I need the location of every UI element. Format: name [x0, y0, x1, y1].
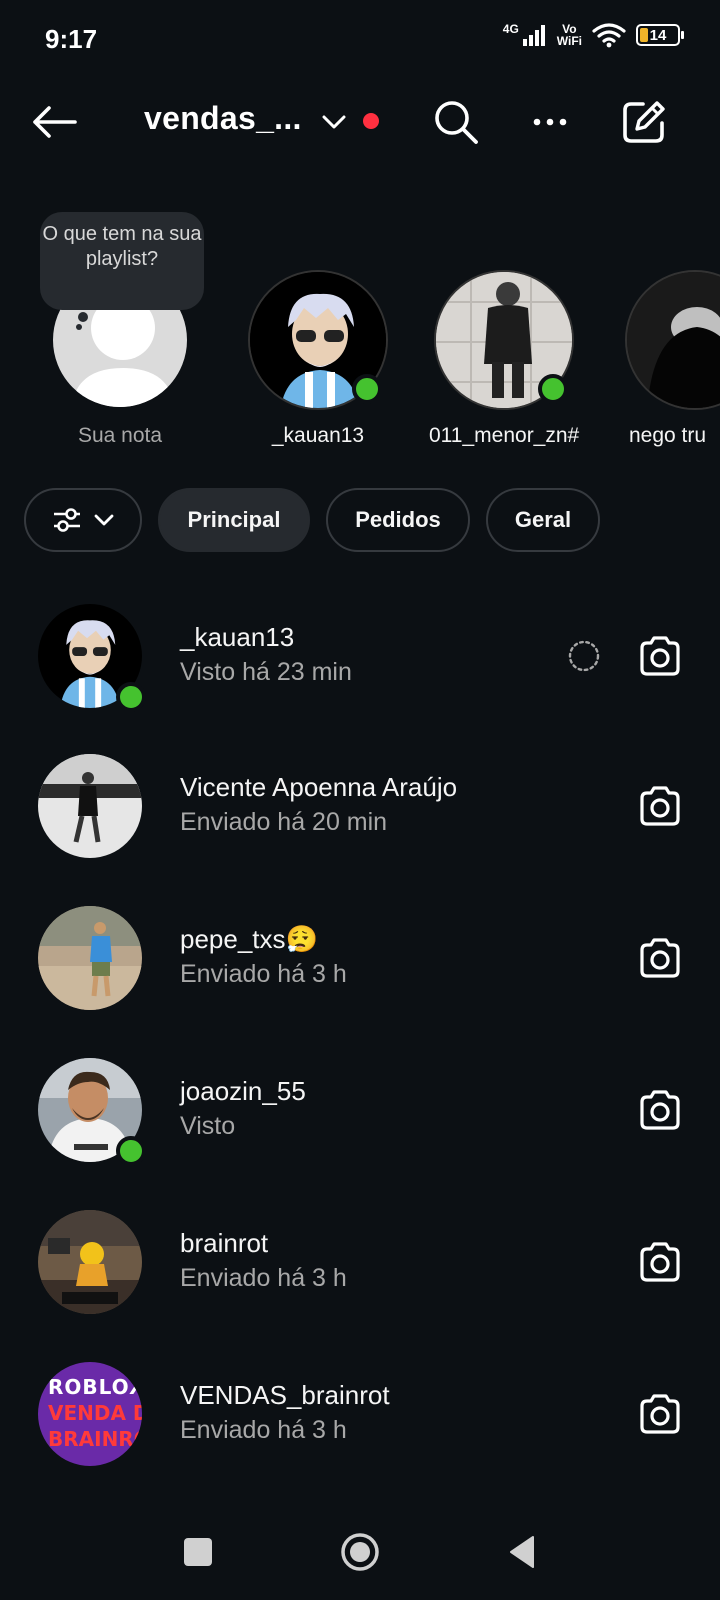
conversation-row[interactable]: ROBLOX VENDA DE BRAINROT VENDAS_brainrot…	[0, 1340, 720, 1488]
recents-icon	[184, 1538, 212, 1566]
back-nav-button[interactable]	[498, 1528, 546, 1576]
note-name: _kauan13	[271, 424, 365, 447]
back-triangle-icon	[510, 1536, 534, 1568]
status-time: 9:17	[45, 24, 98, 54]
note-name: 011_menor_zn#	[429, 424, 580, 447]
account-switcher-button[interactable]	[310, 98, 358, 146]
online-indicator	[116, 1136, 146, 1166]
conversation-row[interactable]: _kauan13 Visto há 23 min	[0, 582, 720, 730]
chevron-down-icon	[322, 115, 346, 129]
camera-icon[interactable]	[636, 1086, 684, 1134]
note-name: Sua nota	[77, 424, 163, 447]
camera-icon[interactable]	[636, 632, 684, 680]
filter-pedidos-chip[interactable]: Pedidos	[326, 488, 470, 552]
note-011-menor-zn[interactable]: 011_menor_zn#	[429, 270, 579, 448]
conversation-name: VENDAS_brainrot	[180, 1380, 390, 1410]
status-bar: 9:17 4G Vo WiFi 14	[0, 0, 720, 80]
conversation-name: joaozin_55	[180, 1076, 306, 1106]
filter-chips: Principal Pedidos Geral	[0, 488, 720, 554]
conversation-status: Enviado há 20 min	[180, 808, 388, 836]
note-kauan13[interactable]: _kauan13	[243, 270, 393, 448]
header: vendas_...	[0, 80, 720, 164]
note-name: nego tru	[629, 424, 707, 447]
filter-principal-chip[interactable]: Principal	[158, 488, 310, 552]
notification-dot	[363, 113, 379, 129]
note-avatar	[434, 270, 574, 410]
note-prompt-bubble[interactable]: O que tem na sua playlist?	[40, 212, 204, 330]
more-options-button[interactable]	[526, 98, 574, 146]
compose-icon	[623, 101, 665, 143]
online-indicator	[352, 374, 382, 404]
cell-signal-icon: 4G	[503, 23, 547, 47]
conversation-row[interactable]: brainrot Enviado há 3 h	[0, 1188, 720, 1336]
home-icon	[341, 1533, 379, 1571]
conversation-status: Enviado há 3 h	[180, 1264, 347, 1292]
notes-tray: Sua nota O que tem na sua playlist? _kau…	[0, 200, 720, 460]
battery-icon: 14	[636, 24, 684, 46]
camera-icon[interactable]	[636, 934, 684, 982]
conversation-name: pepe_txs😮‍💨	[180, 924, 318, 954]
filter-geral-chip[interactable]: Geral	[486, 488, 600, 552]
avatar: ROBLOX VENDA DE BRAINROT	[38, 1362, 142, 1466]
camera-icon[interactable]	[636, 1390, 684, 1438]
chevron-down-icon	[94, 514, 114, 526]
note-avatar	[625, 270, 720, 410]
conversation-row[interactable]: joaozin_55 Visto	[0, 1036, 720, 1184]
home-button[interactable]	[336, 1528, 384, 1576]
conversation-name: Vicente Apoenna Araújo	[180, 772, 458, 802]
new-message-button[interactable]	[620, 98, 668, 146]
avatar	[38, 1210, 142, 1314]
camera-icon[interactable]	[636, 782, 684, 830]
camera-icon[interactable]	[636, 1238, 684, 1286]
sliders-icon	[54, 508, 80, 532]
conversation-status: Visto	[180, 1112, 236, 1140]
avatar	[38, 754, 142, 858]
note-nego-tru[interactable]: nego tru	[625, 270, 720, 448]
vowifi-indicator: Vo WiFi	[556, 22, 582, 48]
note-avatar	[248, 270, 388, 410]
search-icon	[435, 101, 478, 144]
conversation-status: Enviado há 3 h	[180, 1416, 347, 1444]
more-icon	[533, 118, 567, 126]
back-arrow-icon	[33, 106, 77, 138]
online-indicator	[538, 374, 568, 404]
conversation-row[interactable]: Vicente Apoenna Araújo Enviado há 20 min	[0, 732, 720, 880]
conversation-row[interactable]: pepe_txs😮‍💨 Enviado há 3 h	[0, 884, 720, 1032]
account-title[interactable]: vendas_...	[144, 100, 302, 137]
recents-button[interactable]	[174, 1528, 222, 1576]
system-navigation-bar	[0, 1500, 720, 1600]
online-indicator	[116, 682, 146, 712]
conversation-name: brainrot	[180, 1228, 269, 1258]
filter-settings-chip[interactable]	[24, 488, 142, 552]
conversation-status: Visto há 23 min	[180, 658, 352, 686]
loading-spinner-icon	[568, 640, 600, 672]
search-button[interactable]	[432, 98, 480, 146]
conversation-status: Enviado há 3 h	[180, 960, 347, 988]
conversation-name: _kauan13	[180, 622, 295, 652]
status-icons: 4G Vo WiFi 14	[503, 22, 684, 48]
back-button[interactable]	[30, 98, 78, 146]
wifi-icon	[592, 23, 626, 48]
avatar	[38, 906, 142, 1010]
